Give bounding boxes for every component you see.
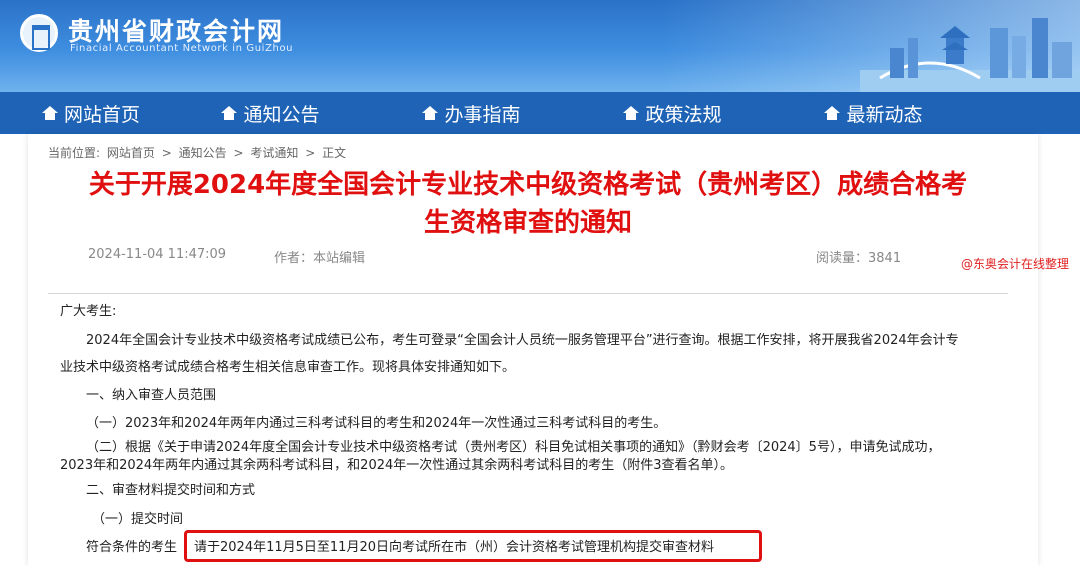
main-nav: 网站首页 通知公告 办事指南 政策法规 最新动态 — [0, 92, 1080, 134]
paragraph-line: 2024年全国会计专业技术中级资格考试成绩已公布，考生可登录“全国会计人员统一服… — [86, 333, 959, 348]
home-icon — [221, 106, 238, 120]
nav-item-news[interactable]: 最新动态 — [773, 92, 974, 134]
nav-item-label: 通知公告 — [243, 103, 320, 126]
sub-heading: （一）提交时间 — [92, 512, 184, 527]
home-icon — [41, 106, 58, 120]
breadcrumb-link-home[interactable]: 网站首页 — [107, 146, 155, 160]
nav-item-policy[interactable]: 政策法规 — [572, 92, 773, 134]
breadcrumb-prefix: 当前位置: — [48, 146, 101, 160]
section-heading: 一、纳入审查人员范围 — [86, 388, 217, 403]
home-icon — [422, 106, 439, 120]
highlight-box — [184, 530, 762, 562]
nav-item-home[interactable]: 网站首页 — [0, 92, 170, 134]
breadcrumb: 当前位置: 网站首页 > 通知公告 > 考试通知 > 正文 — [48, 144, 349, 161]
city-skyline-illustration — [860, 18, 1080, 92]
nav-item-label: 网站首页 — [63, 103, 140, 126]
site-header-banner: 贵州省财政会计网 Finacial Accountant Network in … — [0, 0, 1080, 92]
meta-divider — [48, 293, 1008, 294]
paragraph-line: 业技术中级资格考试成绩合格考生相关信息审查工作。现将具体安排通知如下。 — [60, 360, 516, 375]
breadcrumb-separator: > — [161, 146, 172, 160]
salutation: 广大考生: — [60, 304, 117, 319]
site-subtitle: Finacial Accountant Network in GuiZhou — [70, 43, 294, 54]
breadcrumb-link-exam[interactable]: 考试通知 — [250, 146, 298, 160]
section-heading: 二、审查材料提交时间和方式 — [86, 483, 256, 498]
article-date: 2024-11-04 11:47:09 — [88, 247, 227, 262]
breadcrumb-separator: > — [305, 146, 316, 160]
breadcrumb-current: 正文 — [322, 146, 347, 160]
home-icon — [824, 106, 841, 120]
breadcrumb-link-notices[interactable]: 通知公告 — [179, 146, 227, 160]
list-item: 2023年和2024年两年内通过其余两科考试科目，和2024年一次性通过其余两科… — [60, 458, 734, 473]
article-author: 作者：本站编辑 — [274, 251, 366, 266]
breadcrumb-separator: > — [233, 146, 244, 160]
nav-item-label: 办事指南 — [444, 103, 521, 126]
site-logo-icon[interactable] — [20, 14, 58, 52]
last-line-prefix: 符合条件的考生 — [86, 540, 178, 555]
nav-item-notices[interactable]: 通知公告 — [170, 92, 371, 134]
article-title: 关于开展2024年度全国会计专业技术中级资格考试（贵州考区）成绩合格考 生资格审… — [38, 166, 1018, 242]
home-icon — [623, 106, 640, 120]
list-item: （一）2023年和2024年两年内通过三科考试科目的考生和2024年一次性通过三… — [86, 416, 667, 431]
nav-item-label: 政策法规 — [645, 103, 722, 126]
article-title-line: 关于开展2024年度全国会计专业技术中级资格考试（贵州考区）成绩合格考 — [88, 170, 968, 200]
source-note: @东奥会计在线整理 — [961, 257, 1070, 271]
article-title-line: 生资格审查的通知 — [423, 208, 632, 238]
nav-item-label: 最新动态 — [846, 103, 923, 126]
article-read-count: 阅读量：3841 — [816, 251, 902, 266]
list-item: （二）根据《关于申请2024年度全国会计专业技术中级资格考试（贵州考区）科目免试… — [86, 440, 941, 455]
nav-item-guide[interactable]: 办事指南 — [371, 92, 572, 134]
